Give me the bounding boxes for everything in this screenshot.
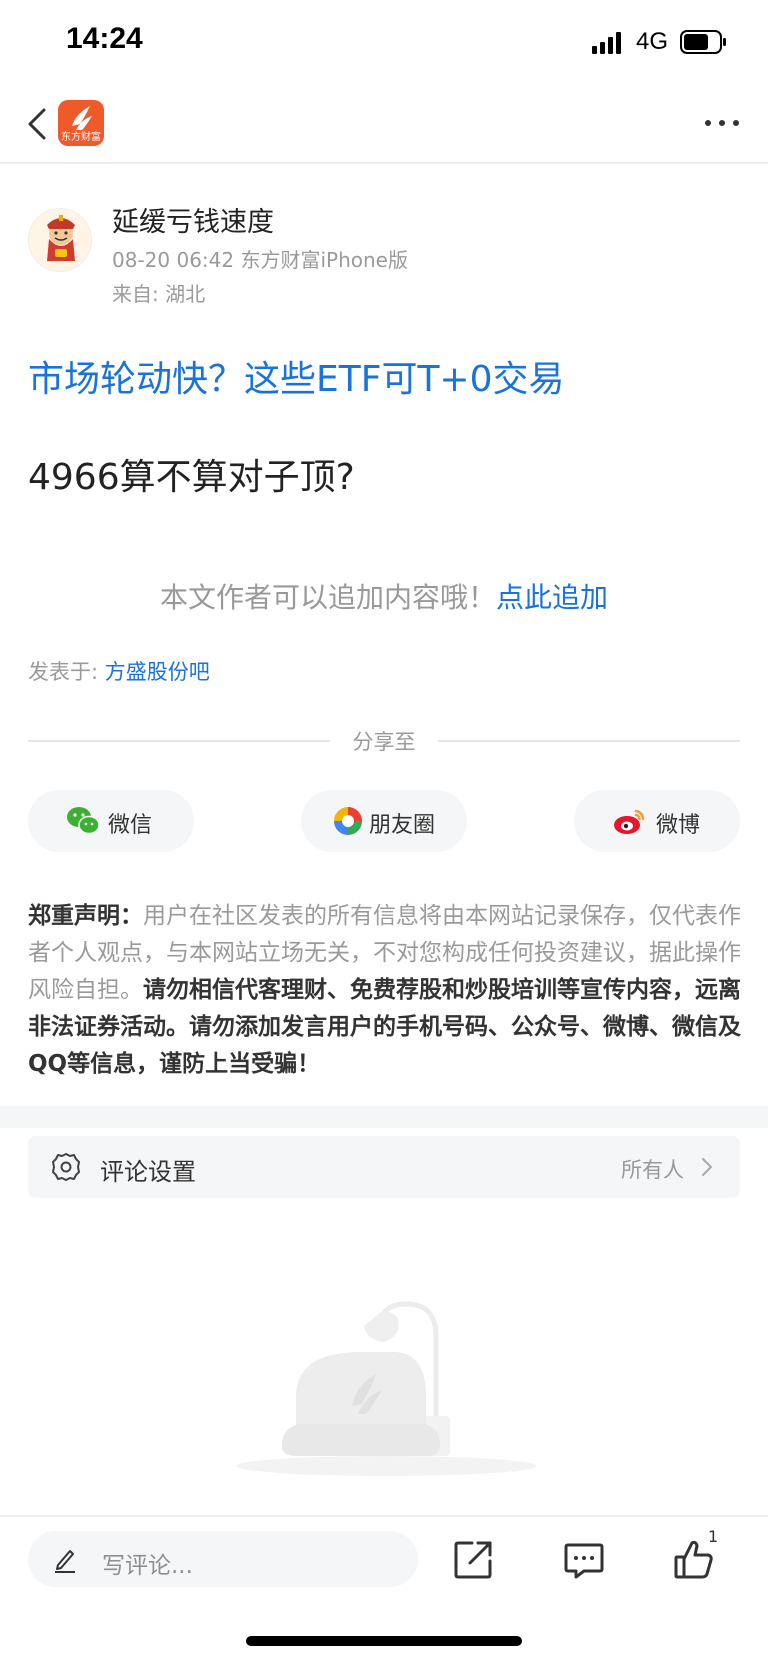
empty-comments-illustration	[236, 1301, 536, 1476]
chevron-right-icon	[702, 1158, 712, 1176]
moments-icon	[334, 807, 362, 835]
posted-in: 发表于: 方盛股份吧	[28, 656, 210, 686]
status-bar: 14:24 4G	[0, 0, 768, 84]
author-name[interactable]: 延缓亏钱速度	[112, 200, 274, 239]
post-location: 来自: 湖北	[112, 282, 206, 306]
comment-input[interactable]: 写评论...	[28, 1531, 418, 1587]
pen-icon	[55, 1550, 75, 1573]
share-weibo-button[interactable]: 微博	[574, 790, 740, 852]
bottom-toolbar: 写评论... 1	[0, 1515, 768, 1605]
post-meta: 08-20 06:42 东方财富iPhone版	[112, 248, 408, 272]
home-indicator	[246, 1636, 522, 1646]
share-moments-button[interactable]: 朋友圈	[301, 790, 467, 852]
signal-icon	[592, 32, 621, 54]
promo-link[interactable]: 市场轮动快？这些ETF可T+0交易	[28, 350, 565, 402]
append-link[interactable]: 点此追加	[496, 581, 608, 614]
post-body: 4966算不算对子顶?	[28, 457, 355, 498]
comment-placeholder: 写评论...	[102, 1553, 193, 1579]
more-options-icon[interactable]	[700, 108, 744, 138]
stock-bar-link[interactable]: 方盛股份吧	[105, 660, 210, 684]
gear-icon	[52, 1153, 80, 1181]
share-wechat-label: 微信	[108, 813, 153, 838]
share-wechat-button[interactable]: 微信	[28, 790, 194, 852]
network-type: 4G	[636, 28, 669, 55]
fortune-god-avatar-icon	[47, 215, 75, 261]
share-icon[interactable]	[452, 1537, 496, 1581]
append-tip: 本文作者可以追加内容哦！	[159, 581, 496, 614]
comment-icon[interactable]	[562, 1537, 606, 1581]
back-button[interactable]	[20, 102, 60, 146]
weibo-icon	[614, 809, 645, 834]
share-moments-label: 朋友圈	[369, 813, 436, 838]
posted-in-label: 发表于:	[28, 660, 105, 684]
avatar[interactable]	[28, 208, 92, 272]
app-logo-text: 东方财富	[61, 132, 101, 143]
battery-icon	[680, 30, 726, 54]
app-logo: 东方财富	[58, 100, 104, 146]
append-row: 本文作者可以追加内容哦！点此追加	[0, 576, 768, 616]
status-time: 14:24	[66, 22, 143, 55]
like-count: 1	[708, 1527, 719, 1546]
disclaimer: 郑重声明：用户在社区发表的所有信息将由本网站记录保存，仅代表作者个人观点，与本网…	[28, 898, 744, 1083]
comment-settings-row[interactable]: 评论设置 所有人	[28, 1136, 740, 1198]
nav-bar: 东方财富	[0, 84, 768, 164]
share-divider: 分享至	[28, 726, 740, 754]
comment-settings-label: 评论设置	[100, 1158, 196, 1186]
share-weibo-label: 微博	[656, 813, 701, 838]
divider-line	[438, 740, 740, 742]
wechat-icon	[67, 807, 100, 835]
comment-settings-value: 所有人	[621, 1158, 684, 1182]
disclaimer-lead: 郑重声明：	[28, 903, 143, 929]
section-gap	[0, 1106, 768, 1128]
author-row: 延缓亏钱速度 08-20 06:42 东方财富iPhone版 来自: 湖北	[28, 196, 740, 306]
